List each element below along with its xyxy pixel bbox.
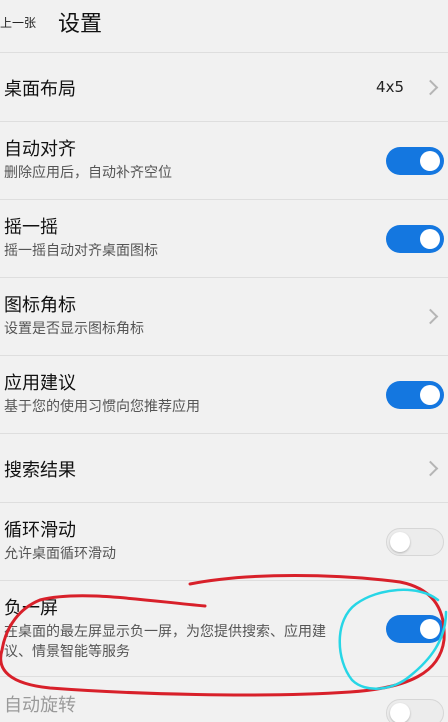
- setting-value: 4x5: [376, 78, 404, 96]
- setting-title: 图标角标: [4, 295, 76, 316]
- setting-subtitle: 基于您的使用习惯向您推荐应用: [4, 399, 200, 415]
- toggle-knob: [420, 229, 440, 249]
- toggle-knob: [390, 532, 410, 552]
- setting-icon-badge[interactable]: 图标角标 设置是否显示图标角标: [0, 277, 448, 355]
- setting-title: 自动对齐: [4, 139, 76, 160]
- setting-auto-rotate[interactable]: 自动旋转: [0, 676, 448, 722]
- toggle-knob: [390, 703, 410, 722]
- setting-search-results[interactable]: 搜索结果: [0, 433, 448, 502]
- header: 上一张 设置: [0, 0, 448, 52]
- setting-subtitle: 设置是否显示图标角标: [4, 321, 144, 337]
- setting-auto-align[interactable]: 自动对齐 删除应用后，自动补齐空位: [0, 121, 448, 199]
- chevron-right-icon: [422, 308, 439, 325]
- shake-toggle[interactable]: [386, 225, 444, 253]
- setting-desktop-layout[interactable]: 桌面布局 4x5: [0, 52, 448, 121]
- setting-app-suggestions[interactable]: 应用建议 基于您的使用习惯向您推荐应用: [0, 355, 448, 433]
- minus-one-screen-toggle[interactable]: [386, 615, 444, 643]
- setting-subtitle: 在桌面的最左屏显示负一屏，为您提供搜索、应用建议、情景智能等服务: [4, 624, 326, 660]
- auto-rotate-toggle[interactable]: [386, 699, 444, 722]
- setting-title: 桌面布局: [4, 79, 76, 100]
- setting-title: 负一屏: [4, 598, 58, 619]
- setting-title: 摇一摇: [4, 217, 58, 238]
- setting-title: 搜索结果: [4, 460, 76, 481]
- setting-title: 循环滑动: [4, 520, 76, 541]
- toggle-knob: [420, 619, 440, 639]
- setting-shake[interactable]: 摇一摇 摇一摇自动对齐桌面图标: [0, 199, 448, 277]
- page-title: 设置: [58, 12, 103, 37]
- setting-loop-scroll[interactable]: 循环滑动 允许桌面循环滑动: [0, 502, 448, 580]
- setting-subtitle: 允许桌面循环滑动: [4, 546, 116, 562]
- app-suggestions-toggle[interactable]: [386, 381, 444, 409]
- setting-title: 应用建议: [4, 373, 76, 394]
- toggle-knob: [420, 151, 440, 171]
- chevron-right-icon: [422, 79, 439, 96]
- loop-scroll-toggle[interactable]: [386, 528, 444, 556]
- setting-title: 自动旋转: [4, 695, 76, 716]
- toggle-knob: [420, 385, 440, 405]
- chevron-right-icon: [422, 460, 439, 477]
- setting-subtitle: 摇一摇自动对齐桌面图标: [4, 243, 158, 259]
- auto-align-toggle[interactable]: [386, 147, 444, 175]
- settings-list: 桌面布局 4x5 自动对齐 删除应用后，自动补齐空位 摇一摇 摇一摇自动对齐桌面…: [0, 52, 448, 722]
- back-link[interactable]: 上一张: [0, 14, 36, 31]
- setting-subtitle: 删除应用后，自动补齐空位: [4, 165, 172, 181]
- setting-minus-one-screen[interactable]: 负一屏 在桌面的最左屏显示负一屏，为您提供搜索、应用建议、情景智能等服务: [0, 580, 448, 676]
